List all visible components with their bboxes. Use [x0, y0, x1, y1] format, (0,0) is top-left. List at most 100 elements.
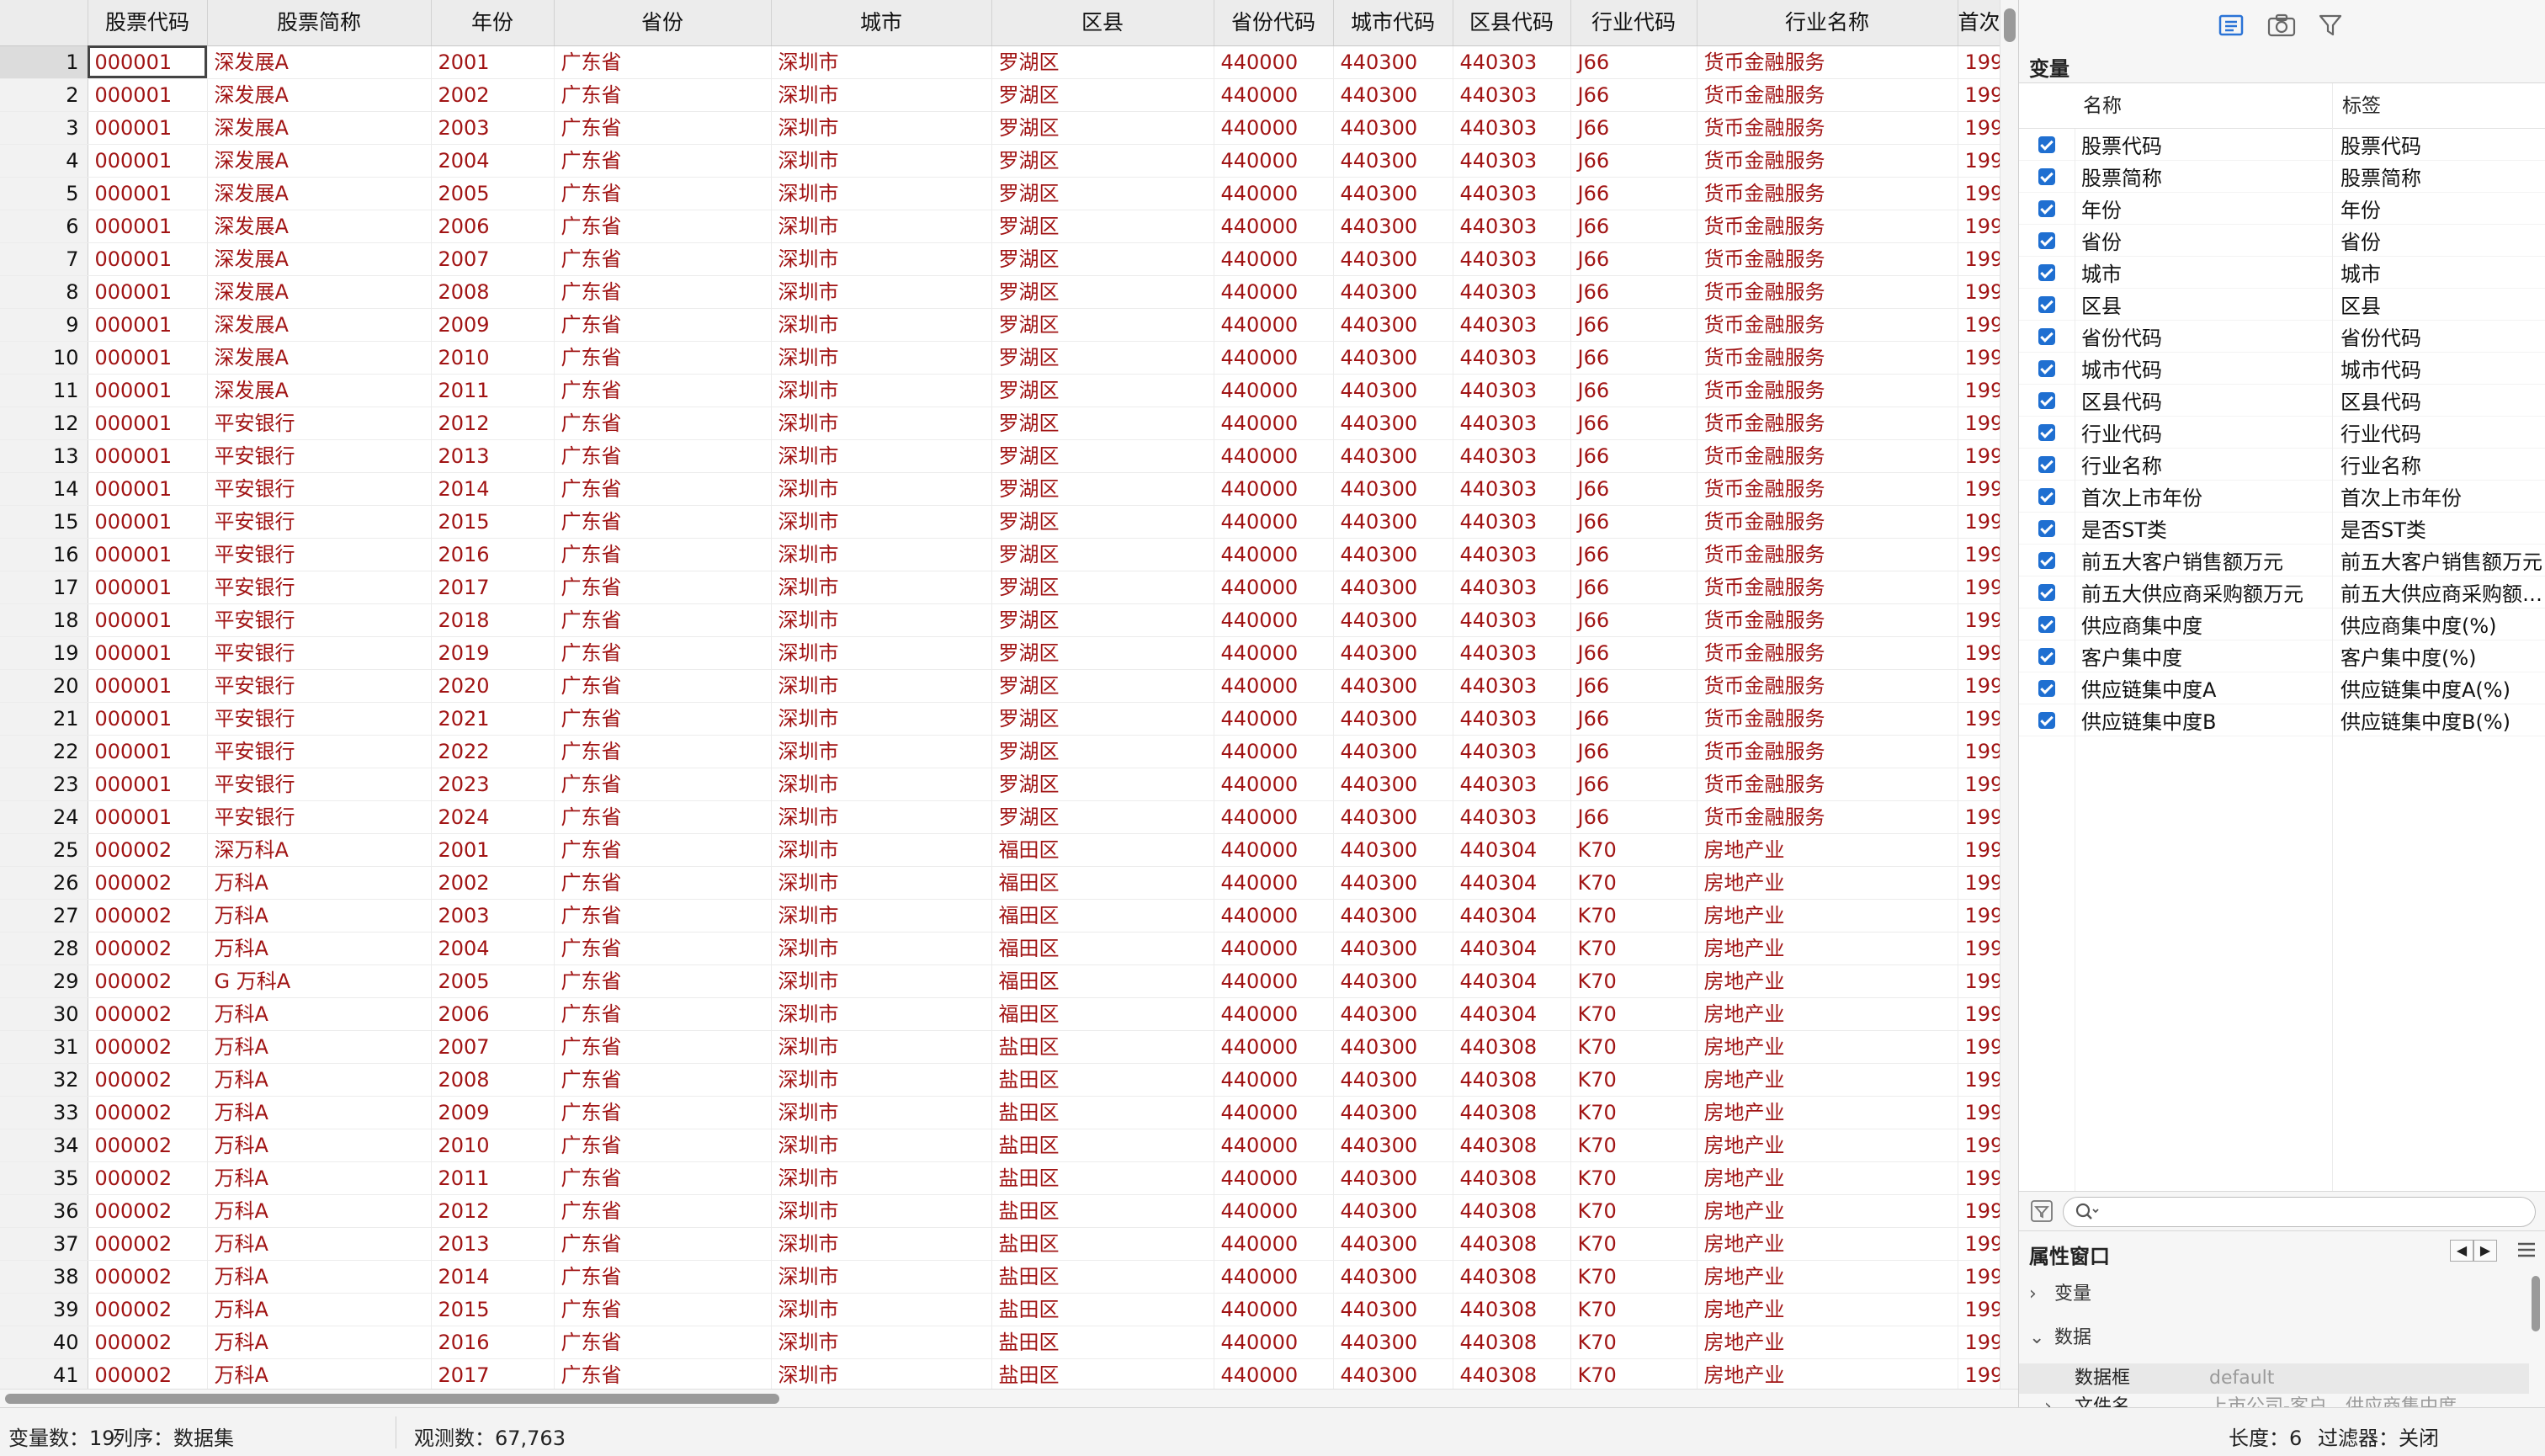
table-cell[interactable]: 深发展A [207, 275, 432, 309]
vertical-scroll-thumb[interactable] [2004, 8, 2016, 42]
table-cell[interactable]: 货币金融服务 [1697, 177, 1958, 210]
table-cell[interactable]: 440303 [1453, 669, 1571, 703]
column-header[interactable]: 区县 [991, 0, 1214, 46]
table-cell[interactable]: 440300 [1333, 439, 1453, 473]
table-cell[interactable]: 盐田区 [991, 1194, 1214, 1228]
table-cell[interactable]: 440000 [1214, 1161, 1334, 1195]
table-cell[interactable]: 万科A [207, 1030, 432, 1064]
table-cell[interactable]: 货币金融服务 [1697, 439, 1958, 473]
table-cell[interactable]: 万科A [207, 866, 432, 900]
table-cell[interactable]: 2015 [431, 505, 555, 539]
table-cell[interactable]: 深圳市 [771, 275, 992, 309]
table-cell[interactable]: 平安银行 [207, 735, 432, 768]
table-cell[interactable]: 罗湖区 [991, 242, 1214, 276]
table-cell[interactable]: 440000 [1214, 407, 1334, 440]
variable-checkbox[interactable] [2038, 455, 2055, 473]
table-cell[interactable]: 深圳市 [771, 308, 992, 342]
row-number[interactable]: 12 [0, 407, 88, 440]
table-cell[interactable]: K70 [1570, 1326, 1698, 1359]
row-number[interactable]: 9 [0, 308, 88, 342]
table-cell[interactable]: 440000 [1214, 603, 1334, 637]
table-cell[interactable]: 万科A [207, 997, 432, 1031]
table-cell[interactable]: 货币金融服务 [1697, 242, 1958, 276]
row-number[interactable]: 21 [0, 702, 88, 736]
table-cell[interactable]: 440308 [1453, 1358, 1571, 1389]
table-cell[interactable]: 深圳市 [771, 144, 992, 178]
table-cell[interactable]: 1991 [1958, 1161, 2000, 1195]
table-cell[interactable]: J66 [1570, 78, 1698, 112]
table-cell[interactable]: 罗湖区 [991, 768, 1214, 801]
table-cell[interactable]: 房地产业 [1697, 1129, 1958, 1162]
table-cell[interactable]: 深发展A [207, 242, 432, 276]
table-cell[interactable]: 2016 [431, 1326, 555, 1359]
table-cell[interactable]: 深圳市 [771, 997, 992, 1031]
table-cell[interactable]: 福田区 [991, 932, 1214, 965]
table-cell[interactable]: K70 [1570, 1358, 1698, 1389]
table-row[interactable]: 18 000001 平安银行 2018 广东省 深圳市 罗湖区 440000 440300 440… [0, 603, 2000, 637]
table-cell[interactable]: 广东省 [554, 768, 772, 801]
table-cell[interactable]: 广东省 [554, 997, 772, 1031]
variable-row[interactable]: 区县 区县 [2019, 289, 2545, 321]
table-cell[interactable]: 1991 [1958, 1063, 2000, 1097]
row-number[interactable]: 40 [0, 1326, 88, 1359]
variable-row[interactable]: 前五大客户销售额万元 前五大客户销售额万元 [2019, 545, 2545, 577]
table-cell[interactable]: 1991 [1958, 341, 2000, 375]
table-cell[interactable]: 1991 [1958, 144, 2000, 178]
table-cell[interactable]: 广东省 [554, 45, 772, 79]
table-cell[interactable]: 440000 [1214, 1358, 1334, 1389]
variable-checkbox[interactable] [2038, 295, 2055, 313]
table-cell[interactable]: 000001 [88, 669, 208, 703]
table-cell[interactable]: 福田区 [991, 833, 1214, 867]
table-cell[interactable]: 深发展A [207, 45, 432, 79]
table-cell[interactable]: 2017 [431, 571, 555, 604]
vertical-scrollbar[interactable] [2000, 0, 2018, 1389]
table-cell[interactable]: 2005 [431, 964, 555, 998]
table-cell[interactable]: 深圳市 [771, 1030, 992, 1064]
variable-checkbox[interactable] [2038, 551, 2055, 569]
table-cell[interactable]: 440000 [1214, 1129, 1334, 1162]
table-cell[interactable]: 广东省 [554, 144, 772, 178]
table-row[interactable]: 30 000002 万科A 2006 广东省 深圳市 福田区 440000 440300 4403… [0, 997, 2000, 1031]
row-number[interactable]: 5 [0, 177, 88, 210]
table-cell[interactable]: 2014 [431, 1260, 555, 1294]
table-cell[interactable]: 1991 [1958, 1326, 2000, 1359]
name-column-header[interactable]: 名称 [2075, 83, 2332, 128]
table-cell[interactable]: 深圳市 [771, 899, 992, 933]
variable-checkbox[interactable] [2038, 263, 2055, 281]
table-cell[interactable]: 货币金融服务 [1697, 210, 1958, 243]
table-cell[interactable]: 2024 [431, 800, 555, 834]
table-cell[interactable]: 2004 [431, 932, 555, 965]
table-cell[interactable]: 1991 [1958, 603, 2000, 637]
table-cell[interactable]: 2008 [431, 275, 555, 309]
table-cell[interactable]: 深圳市 [771, 1260, 992, 1294]
variable-checkbox[interactable] [2038, 487, 2055, 505]
table-cell[interactable]: 罗湖区 [991, 78, 1214, 112]
table-cell[interactable]: 深圳市 [771, 472, 992, 506]
table-cell[interactable]: 000001 [88, 735, 208, 768]
table-cell[interactable]: J66 [1570, 308, 1698, 342]
variables-list[interactable]: 名称 标签 股票代码 股票代码 股票简称 股票简称 年份 年份 省份 省份 城市 城市 区县 区县 省份… [2019, 82, 2545, 1192]
property-row-frame[interactable]: 数据框 default [2019, 1363, 2529, 1394]
table-cell[interactable]: 深圳市 [771, 538, 992, 571]
table-cell[interactable]: 1991 [1958, 702, 2000, 736]
table-cell[interactable]: 房地产业 [1697, 1030, 1958, 1064]
table-row[interactable]: 9 000001 深发展A 2009 广东省 深圳市 罗湖区 440000 440300 4403… [0, 308, 2000, 342]
table-cell[interactable]: 000001 [88, 111, 208, 145]
table-cell[interactable]: 000002 [88, 1096, 208, 1129]
variable-checkbox[interactable] [2038, 199, 2055, 217]
table-cell[interactable]: 000002 [88, 1161, 208, 1195]
table-cell[interactable]: 广东省 [554, 636, 772, 670]
table-row[interactable]: 14 000001 平安银行 2014 广东省 深圳市 罗湖区 440000 440300 440… [0, 472, 2000, 506]
property-row-filename[interactable]: › 文件名 上市公司-客户、供应商集中度 [2019, 1392, 2529, 1407]
table-cell[interactable]: 440303 [1453, 505, 1571, 539]
table-cell[interactable]: 000001 [88, 341, 208, 375]
table-cell[interactable]: 深圳市 [771, 964, 992, 998]
table-cell[interactable]: J66 [1570, 407, 1698, 440]
table-cell[interactable]: 000001 [88, 78, 208, 112]
table-cell[interactable]: 万科A [207, 1227, 432, 1261]
nav-prev-icon[interactable]: ◀ [2450, 1240, 2473, 1262]
table-cell[interactable]: 1991 [1958, 439, 2000, 473]
table-cell[interactable]: 货币金融服务 [1697, 374, 1958, 407]
table-cell[interactable]: 440308 [1453, 1293, 1571, 1326]
table-cell[interactable]: 房地产业 [1697, 1358, 1958, 1389]
